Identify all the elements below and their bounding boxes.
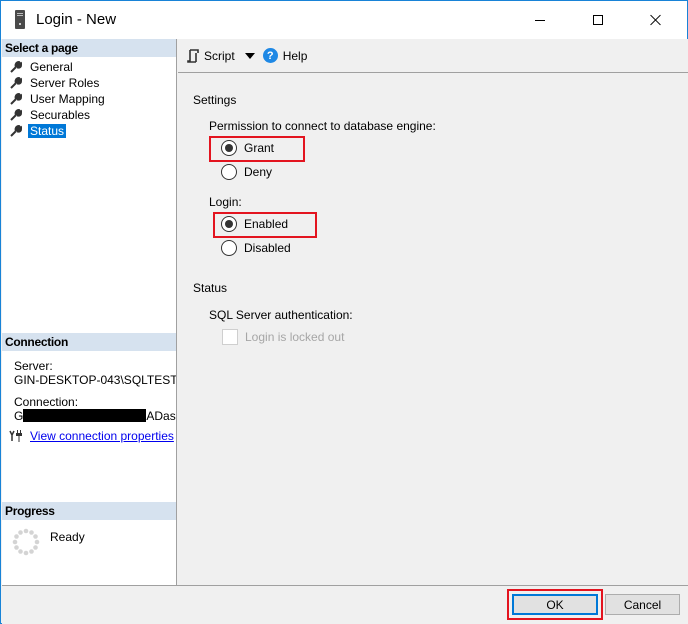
help-label: Help — [282, 48, 308, 63]
progress-section: Progress Ready — [2, 502, 176, 580]
main-pane: Script ? Help Settings Permission to con… — [178, 39, 688, 585]
wrench-icon — [10, 125, 22, 137]
connection-value: G ADas — [14, 409, 176, 423]
locked-out-checkbox[interactable]: Login is locked out — [222, 329, 344, 345]
sidebar-item-status[interactable]: Status — [2, 123, 176, 139]
script-dropdown-icon[interactable] — [244, 52, 255, 59]
connection-label: Connection: — [14, 395, 79, 409]
script-label: Script — [204, 48, 235, 63]
dialog-footer: OK Cancel — [2, 585, 688, 624]
sidebar-item-label: Server Roles — [30, 76, 100, 90]
help-button[interactable]: ? Help — [262, 48, 308, 63]
sidebar-item-securables[interactable]: Securables — [2, 107, 176, 123]
progress-spinner-icon — [12, 528, 40, 556]
connection-section: Connection Server: GIN-DESKTOP-043\SQLTE… — [2, 333, 176, 443]
grant-radio[interactable]: Grant — [221, 140, 274, 156]
maximize-button[interactable] — [575, 1, 621, 39]
maximize-icon — [593, 15, 603, 25]
sidebar-item-user-mapping[interactable]: User Mapping — [2, 91, 176, 107]
sidebar-item-label: Securables — [30, 108, 91, 122]
status-header: Status — [193, 281, 228, 295]
minimize-button[interactable] — [517, 1, 563, 39]
page-list: General Server Roles User Mapping Secura… — [2, 57, 176, 139]
view-connection-properties-link[interactable]: View connection properties — [9, 429, 176, 443]
wrench-icon — [10, 109, 22, 121]
deny-radio[interactable]: Deny — [221, 164, 272, 180]
connection-suffix: ADas — [146, 409, 176, 423]
login-dialog: Login - New Select a page General Server… — [0, 0, 688, 624]
connection-prefix: G — [14, 409, 24, 423]
radio-checked-icon — [221, 216, 237, 232]
enabled-radio[interactable]: Enabled — [221, 216, 288, 232]
wrench-icon — [10, 61, 22, 73]
server-icon — [15, 10, 25, 29]
connection-header: Connection — [2, 333, 176, 351]
wrench-icon — [10, 93, 22, 105]
disabled-label: Disabled — [244, 241, 291, 255]
close-button[interactable] — [633, 1, 679, 39]
enabled-label: Enabled — [244, 217, 289, 231]
left-pane: Select a page General Server Roles User … — [2, 39, 177, 585]
sidebar-item-label: Status — [28, 124, 67, 138]
permission-label: Permission to connect to database engine… — [209, 119, 436, 133]
progress-status: Ready — [50, 530, 85, 544]
script-icon — [187, 48, 199, 63]
radio-checked-icon — [221, 140, 237, 156]
view-connection-link-text[interactable]: View connection properties — [30, 429, 174, 443]
grant-label: Grant — [244, 141, 275, 155]
progress-header: Progress — [2, 502, 176, 520]
server-label: Server: — [14, 359, 53, 373]
close-icon — [650, 14, 662, 26]
cancel-button[interactable]: Cancel — [605, 594, 680, 615]
script-button[interactable]: Script — [187, 49, 235, 63]
window-title: Login - New — [36, 11, 117, 28]
login-label: Login: — [209, 195, 242, 209]
radio-unchecked-icon — [221, 164, 237, 180]
sidebar-item-label: General — [30, 60, 73, 74]
sql-auth-label: SQL Server authentication: — [209, 308, 353, 322]
server-value: GIN-DESKTOP-043\SQLTEST — [14, 373, 176, 387]
sidebar-item-label: User Mapping — [30, 92, 105, 106]
select-page-header: Select a page — [2, 39, 176, 57]
minimize-icon — [535, 19, 545, 21]
sidebar-item-general[interactable]: General — [2, 59, 176, 75]
radio-unchecked-icon — [221, 240, 237, 256]
sidebar-item-server-roles[interactable]: Server Roles — [2, 75, 176, 91]
settings-header: Settings — [193, 93, 237, 107]
toolbar: Script ? Help — [178, 39, 688, 73]
checkbox-icon — [222, 329, 238, 345]
disabled-radio[interactable]: Disabled — [221, 240, 291, 256]
wrench-icon — [10, 77, 22, 89]
redacted-block — [23, 409, 147, 422]
deny-label: Deny — [244, 165, 273, 179]
ok-button[interactable]: OK — [512, 594, 598, 615]
plug-icon — [9, 430, 22, 442]
locked-out-label: Login is locked out — [245, 330, 345, 344]
title-bar: Login - New — [1, 1, 687, 39]
help-icon: ? — [262, 48, 278, 63]
